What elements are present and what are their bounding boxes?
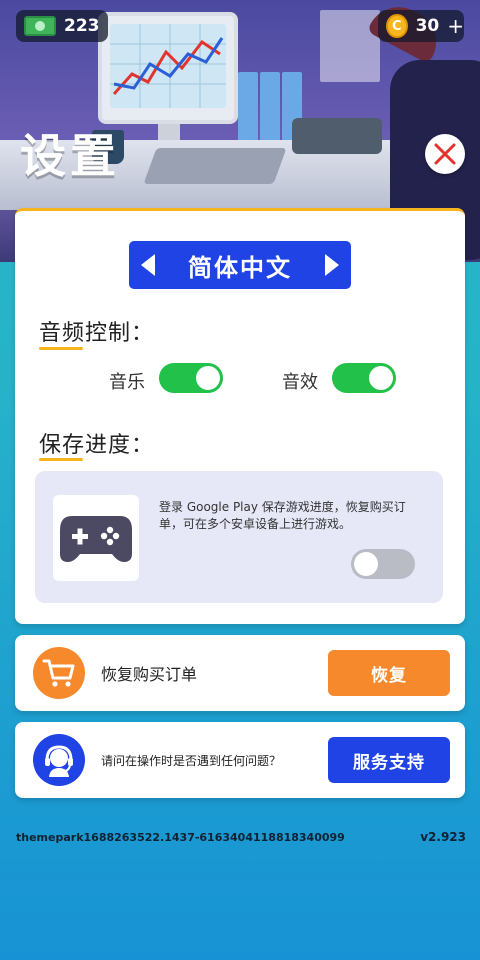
- chart-screen: [110, 24, 226, 108]
- restore-button[interactable]: 恢复: [328, 650, 450, 696]
- section-underline: [39, 458, 83, 461]
- app-version: v2.923: [420, 830, 466, 844]
- arrow-right-icon[interactable]: [325, 254, 339, 276]
- support-button[interactable]: 服务支持: [328, 737, 450, 783]
- cash-icon: [24, 16, 56, 36]
- arrow-left-icon[interactable]: [141, 254, 155, 276]
- sfx-toggle[interactable]: [332, 363, 396, 393]
- toggle-knob: [196, 366, 220, 390]
- shopping-cart-badge: [33, 647, 85, 699]
- headset-icon: [45, 745, 73, 777]
- binder: [260, 72, 280, 142]
- google-play-toggle[interactable]: [351, 549, 415, 579]
- google-play-description: 登录 Google Play 保存游戏进度，恢复购买订单，可在多个安卓设备上进行…: [159, 500, 406, 531]
- device-id: themepark1688263522.1437-616340411881834…: [16, 831, 345, 844]
- music-label: 音乐: [109, 372, 145, 393]
- restore-purchases-row: 恢复购买订单 恢复: [15, 635, 465, 711]
- toggle-knob: [354, 552, 378, 576]
- settings-card: 简体中文 音频控制： 音乐 音效 保存进度： 登录 Google Play 保存…: [15, 208, 465, 624]
- section-underline: [39, 347, 83, 350]
- coin-icon: C: [386, 14, 408, 38]
- desk-phone: [292, 118, 382, 154]
- toggle-knob: [369, 366, 393, 390]
- audio-section-title: 音频控制：: [39, 321, 155, 346]
- support-question: 请问在操作时是否遇到任何问题？: [101, 753, 282, 768]
- shopping-cart-icon: [42, 659, 75, 687]
- binder: [238, 72, 258, 142]
- gamepad-icon: [60, 516, 132, 562]
- language-label: 简体中文: [188, 253, 292, 282]
- restore-label: 恢复购买订单: [101, 665, 198, 684]
- add-coins-icon[interactable]: +: [447, 14, 464, 38]
- close-button[interactable]: [425, 134, 465, 174]
- support-row: 请问在操作时是否遇到任何问题？ 服务支持: [15, 722, 465, 798]
- google-play-panel: 登录 Google Play 保存游戏进度，恢复购买订单，可在多个安卓设备上进行…: [35, 471, 443, 603]
- coin-counter[interactable]: C 30 +: [378, 10, 464, 42]
- music-toggle[interactable]: [159, 363, 223, 393]
- cash-counter: 223: [16, 10, 108, 42]
- close-icon: [434, 143, 456, 165]
- gamepad-tile: [53, 495, 139, 581]
- language-selector[interactable]: 简体中文: [129, 241, 351, 289]
- keyboard: [143, 148, 287, 184]
- save-section-title: 保存进度：: [39, 433, 155, 458]
- page-title: 设置: [20, 129, 120, 183]
- computer-monitor: [98, 12, 238, 124]
- support-agent-badge: [33, 734, 85, 786]
- sfx-label: 音效: [282, 372, 318, 393]
- coin-amount: 30: [415, 16, 440, 36]
- chart-lines-icon: [110, 24, 226, 108]
- cash-amount: 223: [64, 16, 100, 36]
